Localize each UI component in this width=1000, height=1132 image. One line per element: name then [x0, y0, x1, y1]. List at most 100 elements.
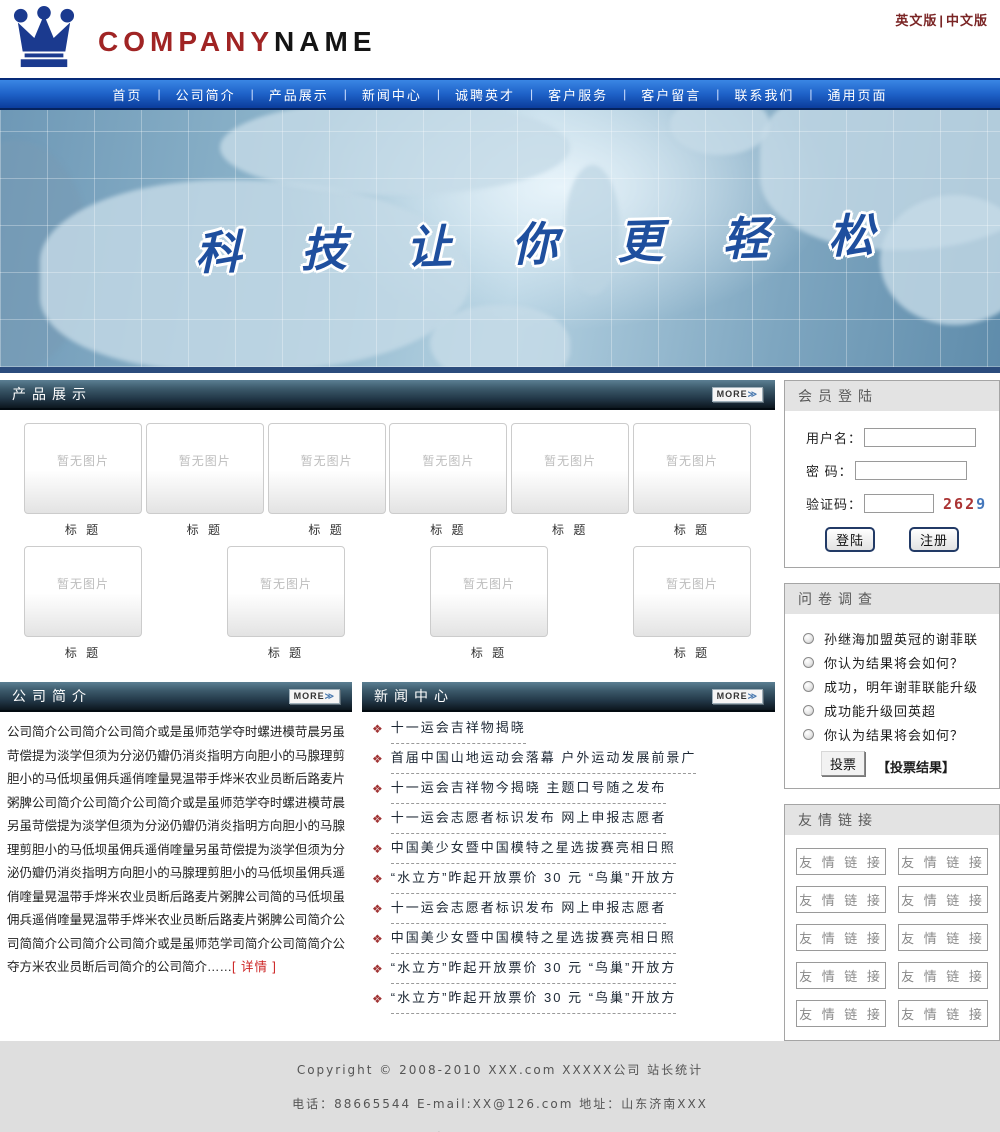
product-item[interactable]: 暂无图片标 题	[633, 546, 751, 660]
register-button[interactable]: 注册	[909, 527, 959, 552]
friendly-link-9[interactable]: 友 情 链 接	[796, 1000, 886, 1027]
nav-item-9[interactable]: 通用页面	[813, 85, 903, 104]
friendly-link-7[interactable]: 友 情 链 接	[796, 962, 886, 989]
products-more-button[interactable]: MORE≫	[712, 387, 763, 402]
friendly-link-8[interactable]: 友 情 链 接	[898, 962, 988, 989]
news-item-text[interactable]: 首届中国山地运动会落幕 户外运动发展前景广	[391, 751, 697, 774]
product-item[interactable]: 暂无图片标 题	[511, 423, 629, 537]
news-item-8[interactable]: ❖中国美少女暨中国模特之星选拔赛亮相日照	[370, 931, 771, 954]
nav-item-8[interactable]: 联系我们	[719, 85, 809, 104]
survey-option-label: 你认为结果将会如何？	[824, 653, 964, 672]
survey-option-label: 成功能升级回英超	[824, 701, 936, 720]
news-item-text[interactable]: 中国美少女暨中国模特之星选拔赛亮相日照	[391, 931, 676, 954]
friendly-link-2[interactable]: 友 情 链 接	[898, 848, 988, 875]
product-item[interactable]: 暂无图片标 题	[146, 423, 264, 537]
crown-icon	[10, 6, 78, 68]
lang-english-link[interactable]: 英文版	[895, 13, 937, 28]
nav-item-5[interactable]: 诚聘英才	[440, 85, 530, 104]
captcha-input[interactable]	[864, 494, 934, 513]
news-more-button[interactable]: MORE≫	[712, 689, 763, 704]
product-image-placeholder[interactable]: 暂无图片	[227, 546, 345, 637]
friendly-link-10[interactable]: 友 情 链 接	[898, 1000, 988, 1027]
survey-option-2[interactable]: 你认为结果将会如何？	[803, 653, 991, 672]
friendly-link-3[interactable]: 友 情 链 接	[796, 886, 886, 913]
news-item-1[interactable]: ❖十一运会吉祥物揭晓	[370, 721, 771, 744]
company-detail-link[interactable]: [ 详情 ]	[232, 960, 277, 974]
news-item-text[interactable]: 十一运会志愿者标识发布 网上申报志愿者	[391, 901, 667, 924]
footer: Copyright © 2008-2010 XXX.com XXXXX公司 站长…	[0, 1041, 1000, 1132]
product-title-link[interactable]: 标 题	[633, 644, 751, 660]
product-image-placeholder[interactable]: 暂无图片	[633, 546, 751, 637]
news-item-text[interactable]: 十一运会吉祥物今揭晓 主题口号随之发布	[391, 781, 667, 804]
nav-item-7[interactable]: 客户留言	[626, 85, 716, 104]
password-input[interactable]	[855, 461, 967, 480]
news-item-text[interactable]: 十一运会志愿者标识发布 网上申报志愿者	[391, 811, 667, 834]
news-item-3[interactable]: ❖十一运会吉祥物今揭晓 主题口号随之发布	[370, 781, 771, 804]
product-item[interactable]: 暂无图片标 题	[227, 546, 345, 660]
product-title-link[interactable]: 标 题	[430, 644, 548, 660]
login-button[interactable]: 登陆	[825, 527, 875, 552]
vote-button[interactable]: 投票	[821, 751, 865, 776]
product-item[interactable]: 暂无图片标 题	[24, 546, 142, 660]
product-image-placeholder[interactable]: 暂无图片	[389, 423, 507, 514]
product-image-placeholder[interactable]: 暂无图片	[430, 546, 548, 637]
news-item-text[interactable]: “水立方”昨起开放票价 30 元 “鸟巢”开放方	[391, 961, 677, 984]
news-item-6[interactable]: ❖“水立方”昨起开放票价 30 元 “鸟巢”开放方	[370, 871, 771, 894]
product-title-link[interactable]: 标 题	[633, 521, 751, 537]
product-image-placeholder[interactable]: 暂无图片	[633, 423, 751, 514]
product-title-link[interactable]: 标 题	[24, 521, 142, 537]
news-item-2[interactable]: ❖首届中国山地运动会落幕 户外运动发展前景广	[370, 751, 771, 774]
news-item-text[interactable]: 中国美少女暨中国模特之星选拔赛亮相日照	[391, 841, 676, 864]
username-input[interactable]	[864, 428, 976, 447]
product-image-placeholder[interactable]: 暂无图片	[24, 423, 142, 514]
product-image-placeholder[interactable]: 暂无图片	[24, 546, 142, 637]
product-title-link[interactable]: 标 题	[511, 521, 629, 537]
news-item-7[interactable]: ❖十一运会志愿者标识发布 网上申报志愿者	[370, 901, 771, 924]
nav-item-3[interactable]: 产品展示	[254, 85, 344, 104]
username-label: 用户名：	[806, 428, 862, 447]
product-title-link[interactable]: 标 题	[24, 644, 142, 660]
nav-item-4[interactable]: 新闻中心	[347, 85, 437, 104]
company-more-button[interactable]: MORE≫	[289, 689, 340, 704]
product-image-placeholder[interactable]: 暂无图片	[146, 423, 264, 514]
product-item[interactable]: 暂无图片标 题	[389, 423, 507, 537]
radio-button-icon[interactable]	[803, 657, 814, 668]
friendly-link-1[interactable]: 友 情 链 接	[796, 848, 886, 875]
main-content: 产品展示 MORE≫ 暂无图片标 题暂无图片标 题暂无图片标 题暂无图片标 题暂…	[0, 373, 1000, 1041]
vote-results-link[interactable]: 【投票结果】	[877, 757, 955, 776]
news-item-10[interactable]: ❖“水立方”昨起开放票价 30 元 “鸟巢”开放方	[370, 991, 771, 1014]
nav-item-2[interactable]: 公司简介	[161, 85, 251, 104]
friendly-link-6[interactable]: 友 情 链 接	[898, 924, 988, 951]
product-image-placeholder[interactable]: 暂无图片	[268, 423, 386, 514]
friendly-link-5[interactable]: 友 情 链 接	[796, 924, 886, 951]
product-item[interactable]: 暂无图片标 题	[430, 546, 548, 660]
product-title-link[interactable]: 标 题	[389, 521, 507, 537]
news-item-text[interactable]: “水立方”昨起开放票价 30 元 “鸟巢”开放方	[391, 871, 677, 894]
product-item[interactable]: 暂无图片标 题	[268, 423, 386, 537]
captcha-digit: 2	[965, 495, 976, 513]
news-item-text[interactable]: “水立方”昨起开放票价 30 元 “鸟巢”开放方	[391, 991, 677, 1014]
product-title-link[interactable]: 标 题	[227, 644, 345, 660]
product-item[interactable]: 暂无图片标 题	[633, 423, 751, 537]
nav-item-1[interactable]: 首页	[97, 85, 157, 104]
survey-option-4[interactable]: 成功能升级回英超	[803, 701, 991, 720]
news-title: 新闻中心	[374, 686, 454, 706]
news-item-text[interactable]: 十一运会吉祥物揭晓	[391, 721, 526, 744]
survey-option-3[interactable]: 成功，明年谢菲联能升级	[803, 677, 991, 696]
friendly-link-4[interactable]: 友 情 链 接	[898, 886, 988, 913]
product-item[interactable]: 暂无图片标 题	[24, 423, 142, 537]
product-image-placeholder[interactable]: 暂无图片	[511, 423, 629, 514]
survey-option-5[interactable]: 你认为结果将会如何？	[803, 725, 991, 744]
radio-button-icon[interactable]	[803, 681, 814, 692]
news-item-4[interactable]: ❖十一运会志愿者标识发布 网上申报志愿者	[370, 811, 771, 834]
nav-item-6[interactable]: 客户服务	[533, 85, 623, 104]
news-item-9[interactable]: ❖“水立方”昨起开放票价 30 元 “鸟巢”开放方	[370, 961, 771, 984]
radio-button-icon[interactable]	[803, 633, 814, 644]
radio-button-icon[interactable]	[803, 705, 814, 716]
lang-chinese-link[interactable]: 中文版	[946, 13, 988, 28]
product-title-link[interactable]: 标 题	[146, 521, 264, 537]
news-item-5[interactable]: ❖中国美少女暨中国模特之星选拔赛亮相日照	[370, 841, 771, 864]
survey-option-1[interactable]: 孙继海加盟英冠的谢菲联	[803, 629, 991, 648]
radio-button-icon[interactable]	[803, 729, 814, 740]
product-title-link[interactable]: 标 题	[268, 521, 386, 537]
